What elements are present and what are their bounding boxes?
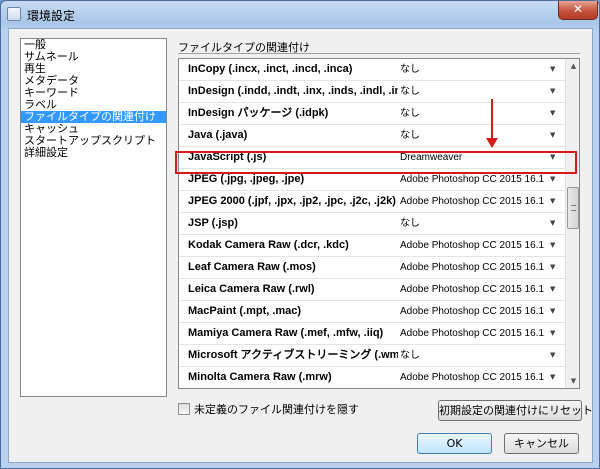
application-select[interactable]: Adobe Photoshop CC 2015 16.1 xyxy=(400,191,550,212)
association-row: Minolta Camera Raw (.mrw) Adobe Photoshop… xyxy=(179,367,565,388)
file-association-list: InCopy (.incx, .inct, .incd, .inca) なし ▼ In… xyxy=(178,58,580,389)
file-type-label: Mamiya Camera Raw (.mef, .mfw, .iiq) xyxy=(188,327,384,339)
annotation-arrow-shaft xyxy=(491,99,493,141)
file-type-label: JPEG 2000 (.jpf, .jpx, .jp2, .jpc, .j2c,… xyxy=(188,195,396,207)
file-type-label: Leaf Camera Raw (.mos) xyxy=(188,261,316,273)
hide-undefined-checkbox[interactable] xyxy=(178,403,190,415)
application-select[interactable]: なし xyxy=(400,81,550,102)
file-type-label: Leica Camera Raw (.rwl) xyxy=(188,283,315,295)
chevron-down-icon[interactable]: ▼ xyxy=(550,367,555,388)
section-divider xyxy=(178,53,580,54)
preferences-window: 環境設定 ✕ 一般 サムネール 再生 メタデータ キーワード ラベル ファイルタイプの関連付… xyxy=(0,0,600,469)
application-select[interactable]: Adobe Photoshop CC 2015 16.1 xyxy=(400,257,550,278)
title-bar: 環境設定 ✕ xyxy=(1,1,599,27)
application-select[interactable]: なし xyxy=(400,125,550,146)
chevron-down-icon[interactable]: ▼ xyxy=(550,59,555,80)
application-select[interactable]: Adobe Photoshop CC 2015 16.1 xyxy=(400,301,550,322)
scroll-down-icon[interactable]: ▼ xyxy=(566,374,579,388)
application-select[interactable]: Adobe Photoshop CC 2015 16.1 xyxy=(400,235,550,256)
scroll-up-icon[interactable]: ▲ xyxy=(566,59,579,73)
chevron-down-icon[interactable]: ▼ xyxy=(550,147,555,168)
association-row: JPEG 2000 (.jpf, .jpx, .jp2, .jpc, .j2c,… xyxy=(179,191,565,213)
file-type-label: Microsoft アクティブストリーミング (.wma) xyxy=(188,349,398,361)
association-row: InCopy (.incx, .inct, .incd, .inca) なし ▼ xyxy=(179,59,565,81)
file-type-label: Minolta Camera Raw (.mrw) xyxy=(188,371,332,383)
application-select[interactable]: Adobe Photoshop CC 2015 16.1 xyxy=(400,323,550,344)
file-type-label: JavaScript (.js) xyxy=(188,151,267,163)
chevron-down-icon[interactable]: ▼ xyxy=(550,279,555,300)
annotation-arrow-icon xyxy=(486,138,498,148)
file-type-label: MacPaint (.mpt, .mac) xyxy=(188,305,302,317)
hide-undefined-option[interactable]: 未定義のファイル関連付けを隠す xyxy=(178,402,359,416)
association-row: JSP (.jsp) なし ▼ xyxy=(179,213,565,235)
chevron-down-icon[interactable]: ▼ xyxy=(550,169,555,190)
chevron-down-icon[interactable]: ▼ xyxy=(550,257,555,278)
vertical-scrollbar[interactable]: ▲ ▼ xyxy=(565,59,579,388)
file-type-label: InDesign (.indd, .indt, .inx, .inds, .in… xyxy=(188,85,398,97)
application-select[interactable]: なし xyxy=(400,103,550,124)
chevron-down-icon[interactable]: ▼ xyxy=(550,323,555,344)
association-row: Leica Camera Raw (.rwl) Adobe Photoshop C… xyxy=(179,279,565,301)
application-select[interactable]: なし xyxy=(400,59,550,80)
chevron-down-icon[interactable]: ▼ xyxy=(550,301,555,322)
chevron-down-icon[interactable]: ▼ xyxy=(550,191,555,212)
association-row: Kodak Camera Raw (.dcr, .kdc) Adobe Photo… xyxy=(179,235,565,257)
file-type-label: Java (.java) xyxy=(188,129,248,141)
chevron-down-icon[interactable]: ▼ xyxy=(550,213,555,234)
chevron-down-icon[interactable]: ▼ xyxy=(550,235,555,256)
window-icon xyxy=(7,7,21,21)
scrollbar-thumb[interactable] xyxy=(567,187,579,229)
file-type-label: InCopy (.incx, .inct, .incd, .inca) xyxy=(188,63,353,75)
association-row: Mamiya Camera Raw (.mef, .mfw, .iiq) Adob… xyxy=(179,323,565,345)
association-row: InDesign (.indd, .indt, .inx, .inds, .in… xyxy=(179,81,565,103)
file-type-label: Kodak Camera Raw (.dcr, .kdc) xyxy=(188,239,349,251)
file-type-label: JPEG (.jpg, .jpeg, .jpe) xyxy=(188,173,305,185)
association-row: MacPaint (.mpt, .mac) Adobe Photoshop CC … xyxy=(179,301,565,323)
chevron-down-icon[interactable]: ▼ xyxy=(550,81,555,102)
association-rows: InCopy (.incx, .inct, .incd, .inca) なし ▼ In… xyxy=(179,59,565,388)
chevron-down-icon[interactable]: ▼ xyxy=(550,103,555,124)
hide-undefined-label: 未定義のファイル関連付けを隠す xyxy=(194,403,359,416)
reset-associations-button[interactable]: 初期設定の関連付けにリセット xyxy=(438,400,593,421)
file-type-label: InDesign パッケージ (.idpk) xyxy=(188,107,329,119)
application-select[interactable]: なし xyxy=(400,213,550,234)
application-select[interactable]: Adobe Photoshop CC 2015 16.1 xyxy=(400,279,550,300)
association-row: Leaf Camera Raw (.mos) Adobe Photoshop CC… xyxy=(179,257,565,279)
chevron-down-icon[interactable]: ▼ xyxy=(550,345,555,366)
association-row: JavaScript (.js) Dreamweaver ▼ xyxy=(179,147,565,169)
file-type-label: JSP (.jsp) xyxy=(188,217,238,229)
ok-button[interactable]: OK xyxy=(417,433,492,454)
category-list: 一般 サムネール 再生 メタデータ キーワード ラベル ファイルタイプの関連付け キャッシュス… xyxy=(20,38,167,397)
association-row: JPEG (.jpg, .jpeg, .jpe) Adobe Photoshop … xyxy=(179,169,565,191)
cancel-button[interactable]: キャンセル xyxy=(504,433,579,454)
window-title: 環境設定 xyxy=(27,9,76,23)
close-button[interactable]: ✕ xyxy=(558,1,598,20)
association-row: Microsoft アクティブストリーミング (.wma) なし ▼ xyxy=(179,345,565,367)
dialog-body: 一般 サムネール 再生 メタデータ キーワード ラベル ファイルタイプの関連付け キャッシュス… xyxy=(8,28,593,463)
grip-icon xyxy=(571,205,576,211)
application-select[interactable]: なし xyxy=(400,345,550,366)
chevron-down-icon[interactable]: ▼ xyxy=(550,125,555,146)
sidebar-item[interactable]: 詳細設定 xyxy=(21,147,166,159)
application-select[interactable]: Adobe Photoshop CC 2015 16.1 xyxy=(400,367,550,388)
association-row: Java (.java) なし ▼ xyxy=(179,125,565,147)
association-row: InDesign パッケージ (.idpk) なし ▼ xyxy=(179,103,565,125)
application-select[interactable]: Dreamweaver xyxy=(400,147,550,168)
application-select[interactable]: Adobe Photoshop CC 2015 16.1 xyxy=(400,169,550,190)
